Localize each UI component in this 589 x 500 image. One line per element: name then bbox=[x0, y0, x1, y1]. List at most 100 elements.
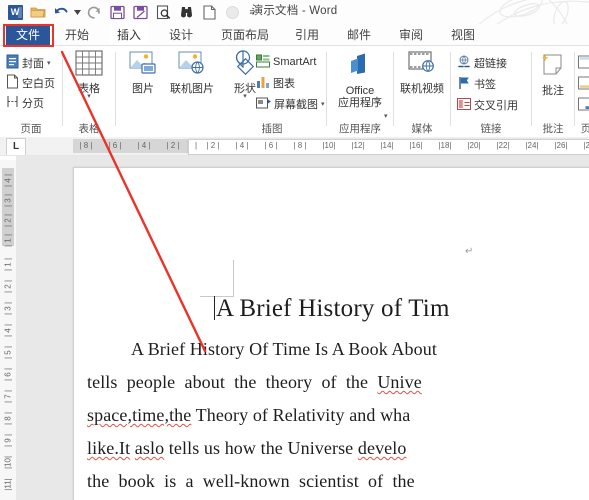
text-cursor bbox=[214, 296, 215, 320]
chart-icon bbox=[256, 75, 270, 92]
bookmark-button[interactable]: 书签 bbox=[457, 75, 496, 93]
document-title: 演示文档 - Word bbox=[251, 5, 338, 17]
table-button[interactable]: 表格 ▾ bbox=[66, 50, 112, 100]
blank-page-icon bbox=[6, 74, 19, 92]
document-canvas[interactable]: ↵ A Brief History of Tim A Brief History… bbox=[16, 156, 589, 500]
smartart-icon bbox=[256, 54, 270, 71]
screenshot-icon bbox=[256, 96, 271, 113]
picture-button-label: 图片 bbox=[132, 83, 154, 95]
chart-label: 图表 bbox=[273, 78, 295, 90]
ribbon-group-comments: 批注 批注 bbox=[532, 46, 574, 137]
ribbon-group-links: 超链接 书签 交叉引用 链接 bbox=[451, 46, 531, 137]
online-picture-button-label: 联机图片 bbox=[170, 83, 214, 95]
hyperlink-button[interactable]: 超链接 bbox=[457, 54, 507, 72]
title-bar: W ≡ 演示文档 - Word bbox=[0, 0, 589, 38]
document-line-5: the book is a well-known scientist of th… bbox=[87, 471, 415, 491]
cover-page-caret-icon[interactable]: ▾ bbox=[47, 59, 51, 67]
ribbon: 封面 ▾ 空白页 分页 页面 表格 ▾ 表格 图片 联机图片 形状 ▾ Smar… bbox=[0, 46, 589, 138]
tab-references[interactable]: 引用 bbox=[288, 24, 326, 46]
cross-reference-icon bbox=[457, 97, 471, 114]
spellcheck-word: develo bbox=[357, 438, 407, 458]
blank-page-button[interactable]: 空白页 bbox=[6, 74, 55, 92]
office-apps-label-line1: Office bbox=[345, 85, 375, 97]
smartart-button[interactable]: SmartArt bbox=[256, 53, 316, 71]
ribbon-group-links-label: 链接 bbox=[480, 123, 502, 135]
vruler-ticks: | 4 | | 3 | | 2 | | 1 | | 1 | | 2 | | 3 … bbox=[3, 173, 13, 491]
online-picture-button[interactable]: 联机图片 bbox=[166, 50, 218, 95]
ribbon-group-media-label: 媒体 bbox=[411, 123, 433, 135]
cross-reference-button[interactable]: 交叉引用 bbox=[457, 96, 518, 114]
page-number-button[interactable] bbox=[578, 96, 589, 114]
document-text[interactable]: A Brief History of Tim A Brief History O… bbox=[74, 168, 589, 500]
office-apps-icon bbox=[345, 52, 375, 83]
tab-home[interactable]: 开始 bbox=[58, 24, 96, 46]
tab-mailings[interactable]: 邮件 bbox=[340, 24, 378, 46]
office-apps-caret-icon[interactable]: ▾ bbox=[384, 112, 388, 120]
hyperlink-icon bbox=[457, 55, 471, 72]
ribbon-group-tables-label: 表格 bbox=[78, 123, 100, 135]
cover-page-label: 封面 bbox=[22, 58, 44, 70]
spellcheck-word: space,time,the bbox=[87, 405, 192, 425]
cross-reference-label: 交叉引用 bbox=[474, 100, 518, 112]
office-apps-button[interactable]: Office 应用程序 bbox=[337, 52, 383, 109]
vertical-ruler[interactable]: | 4 | | 3 | | 2 | | 1 | | 1 | | 2 | | 3 … bbox=[0, 160, 589, 500]
picture-icon bbox=[129, 50, 157, 81]
tab-insert[interactable]: 插入 bbox=[110, 24, 149, 46]
ribbon-group-apps-label: 应用程序 bbox=[339, 123, 381, 135]
tab-page-layout[interactable]: 页面布局 bbox=[214, 24, 276, 46]
ribbon-group-illustrations: 图片 联机图片 形状 ▾ SmartArt 图表 屏幕截图 ▾ 插图 bbox=[116, 46, 325, 137]
ribbon-group-media: 联机视频 媒体 bbox=[394, 46, 450, 137]
footer-icon bbox=[578, 76, 589, 93]
picture-button[interactable]: 图片 bbox=[120, 50, 166, 95]
screenshot-button[interactable]: 屏幕截图 ▾ bbox=[256, 95, 325, 113]
screenshot-label: 屏幕截图 bbox=[274, 99, 318, 111]
table-caret-icon[interactable]: ▾ bbox=[87, 93, 91, 100]
online-video-icon bbox=[407, 50, 437, 81]
page-break-label: 分页 bbox=[22, 98, 44, 110]
word-window: W ≡ 演示文档 - Word 文件 开始 插入 设计 页面布局 引用 邮件 审… bbox=[0, 0, 589, 500]
ribbon-group-header-footer-label: 页 bbox=[580, 123, 589, 135]
bookmark-label: 书签 bbox=[474, 79, 496, 91]
spellcheck-word: aslo bbox=[134, 438, 165, 458]
screenshot-caret-icon[interactable]: ▾ bbox=[321, 100, 325, 108]
document-line-4: like.It aslo tells us how the Universe d… bbox=[87, 438, 407, 458]
spellcheck-word: like.It bbox=[87, 438, 131, 458]
ribbon-group-tables: 表格 ▾ 表格 bbox=[63, 46, 115, 137]
spellcheck-word: Unive bbox=[377, 372, 422, 392]
new-comment-button[interactable]: 批注 bbox=[530, 52, 576, 97]
annotation-highlight-box bbox=[3, 24, 54, 47]
ribbon-group-illustrations-label: 插图 bbox=[261, 123, 283, 135]
shapes-caret-icon[interactable]: ▾ bbox=[243, 93, 247, 100]
document-heading: A Brief History of Tim bbox=[214, 295, 450, 323]
document-line-1: A Brief History Of Time Is A Book About bbox=[131, 339, 437, 359]
smartart-label: SmartArt bbox=[273, 56, 317, 68]
document-page[interactable]: ↵ A Brief History of Tim A Brief History… bbox=[73, 167, 589, 500]
tab-stop-selector[interactable]: L bbox=[6, 138, 26, 156]
tab-design[interactable]: 设计 bbox=[162, 24, 200, 46]
online-video-label: 联机视频 bbox=[400, 83, 444, 95]
new-comment-label: 批注 bbox=[542, 85, 564, 97]
tab-view[interactable]: 视图 bbox=[444, 24, 482, 46]
horizontal-ruler[interactable]: | 8 | | 6 | | 4 | | 2 | | | 2 | | 4 | | … bbox=[0, 137, 589, 294]
ribbon-group-header-footer: 页 bbox=[575, 46, 589, 137]
tab-review[interactable]: 审阅 bbox=[392, 24, 430, 46]
online-video-button[interactable]: 联机视频 bbox=[398, 50, 446, 95]
ribbon-group-apps: Office 应用程序 ▾ 应用程序 bbox=[327, 46, 393, 137]
document-heading-text: A Brief History of Tim bbox=[216, 295, 450, 322]
cover-page-button[interactable]: 封面 ▾ bbox=[6, 54, 51, 72]
header-button[interactable] bbox=[578, 54, 589, 72]
footer-button[interactable] bbox=[578, 75, 589, 93]
document-line-3: space,time,the Theory of Relativity and … bbox=[87, 405, 411, 425]
ribbon-group-pages: 封面 ▾ 空白页 分页 页面 bbox=[0, 46, 62, 137]
blank-page-label: 空白页 bbox=[22, 78, 55, 90]
ribbon-tab-strip[interactable]: 文件 开始 插入 设计 页面布局 引用 邮件 审阅 视图 bbox=[0, 24, 589, 46]
online-picture-icon bbox=[178, 50, 206, 81]
ribbon-group-comments-label: 批注 bbox=[542, 123, 564, 135]
page-number-icon bbox=[578, 97, 589, 114]
chart-button[interactable]: 图表 bbox=[256, 74, 295, 92]
page-break-button[interactable]: 分页 bbox=[6, 94, 44, 112]
document-line-2: tells people about the theory of the Uni… bbox=[87, 372, 422, 392]
ruler-page-ticks: | | 2 | | 4 | | 6 | | 8 | |10| |12| |14|… bbox=[194, 141, 589, 150]
cover-page-icon bbox=[6, 54, 19, 72]
new-comment-icon bbox=[539, 52, 567, 83]
